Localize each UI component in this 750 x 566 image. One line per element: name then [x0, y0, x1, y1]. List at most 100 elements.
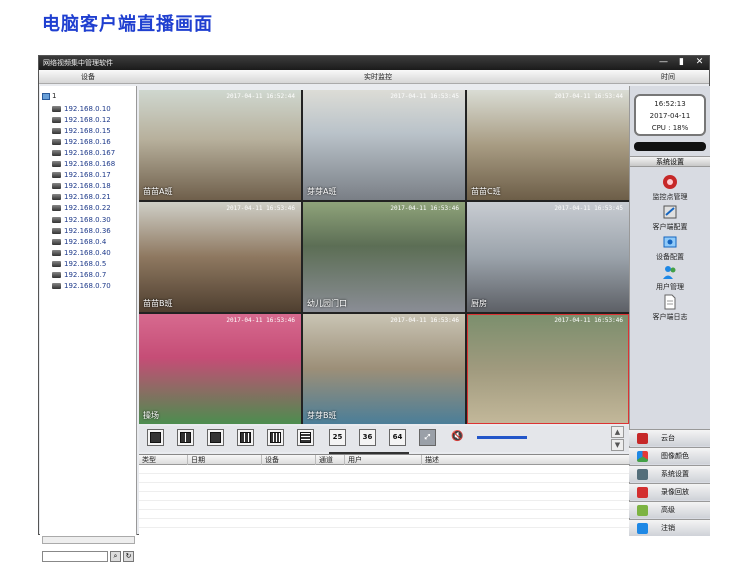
col-device[interactable]: 设备: [261, 455, 279, 465]
settings-item-label: 监控点管理: [652, 193, 688, 201]
user-management[interactable]: 用户管理: [630, 264, 710, 292]
device-ip-label: 192.168.0.70: [64, 282, 111, 291]
device-ip-label: 192.168.0.36: [64, 226, 111, 235]
search-button[interactable]: ⌕: [110, 551, 121, 562]
col-user[interactable]: 用户: [344, 455, 362, 465]
tree-device-item[interactable]: 192.168.0.15: [52, 125, 111, 136]
nav-logout[interactable]: 注销: [629, 519, 710, 536]
tree-device-item[interactable]: 192.168.0.18: [52, 181, 111, 192]
camera-view[interactable]: 2017-04-11 16:53:46 芽芽B班: [303, 314, 465, 424]
volume-slider[interactable]: [477, 436, 527, 439]
logout-icon: [637, 523, 648, 534]
camera-device-icon: [52, 138, 61, 145]
tree-device-item[interactable]: 192.168.0.7: [52, 270, 106, 281]
col-date[interactable]: 日期: [187, 455, 205, 465]
tree-device-item[interactable]: 192.168.0.21: [52, 192, 111, 203]
table-row[interactable]: [139, 501, 629, 510]
clock-date: 2017-04-11: [649, 112, 691, 120]
table-row[interactable]: [139, 519, 629, 528]
tree-device-item[interactable]: 192.168.0.4: [52, 236, 106, 247]
table-row[interactable]: [139, 510, 629, 519]
device-config[interactable]: 设备配置: [630, 234, 710, 262]
device-ip-label: 192.168.0.40: [64, 248, 111, 257]
layout-16-button[interactable]: [267, 429, 284, 446]
nav-system-settings[interactable]: 系统设置: [629, 465, 710, 482]
fullscreen-button[interactable]: ⤢: [419, 429, 436, 446]
nav-label: 图像颜色: [661, 452, 689, 460]
camera-timestamp: 2017-04-11 16:52:44: [226, 93, 295, 100]
maximize-button[interactable]: ▮: [677, 58, 686, 67]
client-log[interactable]: 客户端日志: [630, 294, 710, 322]
search-input[interactable]: [42, 551, 108, 562]
camera-device-icon: [52, 194, 61, 201]
tree-device-item[interactable]: 192.168.0.168: [52, 159, 115, 170]
camera-view[interactable]: 2017-04-11 16:53:46 幼儿园门口: [303, 202, 465, 312]
camera-view[interactable]: 2017-04-11 16:52:44 苗苗A班: [139, 90, 301, 200]
table-row[interactable]: [139, 492, 629, 501]
tree-device-item[interactable]: 192.168.0.70: [52, 281, 111, 292]
monitor-point-management[interactable]: 监控点管理: [630, 174, 710, 202]
table-row[interactable]: [139, 465, 629, 474]
device-ip-label: 192.168.0.21: [64, 193, 111, 202]
layout-9-button[interactable]: [237, 429, 254, 446]
layout-6-button[interactable]: [207, 429, 224, 446]
nav-ptz[interactable]: 云台: [629, 429, 710, 446]
col-channel[interactable]: 通道: [315, 455, 333, 465]
settings-item-label: 设备配置: [656, 253, 684, 261]
tree-device-item[interactable]: 192.168.0.40: [52, 247, 111, 258]
window-title: 网络视频集中管理软件: [43, 59, 113, 67]
layout-20-button[interactable]: [297, 429, 314, 446]
minimize-button[interactable]: —: [659, 58, 668, 67]
refresh-button[interactable]: ↻: [123, 551, 134, 562]
layout-64-button[interactable]: 64: [389, 429, 406, 446]
col-description[interactable]: 描述: [421, 455, 439, 465]
layout-36-button[interactable]: 36: [359, 429, 376, 446]
close-button[interactable]: ✕: [695, 58, 704, 67]
tree-device-item[interactable]: 192.168.0.16: [52, 136, 111, 147]
scroll-up-icon[interactable]: ▲: [611, 426, 624, 438]
camera-view[interactable]: 2017-04-11 16:53:46 苗苗B班: [139, 202, 301, 312]
table-row[interactable]: [139, 474, 629, 483]
layout-4-button[interactable]: [177, 429, 194, 446]
nav-advanced[interactable]: 高级: [629, 501, 710, 518]
mute-button[interactable]: 🔇: [449, 429, 466, 446]
camera-label: 操场: [143, 411, 159, 420]
tree-device-item[interactable]: 192.168.0.30: [52, 214, 111, 225]
camera-view[interactable]: 2017-04-11 16:53:44 苗苗C班: [467, 90, 629, 200]
users-icon: [663, 266, 676, 279]
camera-device-icon: [52, 216, 61, 223]
tree-root[interactable]: 1: [42, 92, 56, 100]
time-header: 时间: [661, 73, 675, 81]
table-row[interactable]: [139, 483, 629, 492]
tree-device-item[interactable]: 192.168.0.36: [52, 225, 111, 236]
tree-device-item[interactable]: 192.168.0.22: [52, 203, 111, 214]
scroll-down-icon[interactable]: ▼: [611, 439, 624, 451]
tree-device-item[interactable]: 192.168.0.10: [52, 103, 111, 114]
layout-1-button[interactable]: [147, 429, 164, 446]
camera-view[interactable]: 2017-04-11 16:53:45 芽芽A班: [303, 90, 465, 200]
camera-view[interactable]: 2017-04-11 16:53:45 厨房: [467, 202, 629, 312]
tree-device-item[interactable]: 192.168.0.167: [52, 147, 115, 158]
col-type[interactable]: 类型: [139, 455, 156, 465]
layout-25-button[interactable]: 25: [329, 429, 346, 446]
tree-device-item[interactable]: 192.168.0.12: [52, 114, 111, 125]
camera-label: 苗苗A班: [143, 187, 173, 196]
nine-view-icon: [240, 432, 251, 443]
film-icon: [637, 487, 648, 498]
nav-playback[interactable]: 录像回放: [629, 483, 710, 500]
tree-device-item[interactable]: 192.168.0.17: [52, 170, 111, 181]
camera-view[interactable]: 2017-04-11 16:53:46 操场: [139, 314, 301, 424]
nav-label: 录像回放: [661, 488, 689, 496]
horizontal-scrollbar[interactable]: [42, 536, 135, 544]
fullscreen-icon: ⤢: [424, 433, 431, 441]
nav-image-color[interactable]: 图像颜色: [629, 447, 710, 464]
toolbar-scroll[interactable]: ▲ ▼: [611, 426, 627, 452]
live-header: 实时监控: [364, 73, 392, 81]
settings-item-label: 用户管理: [656, 283, 684, 291]
chevron-down-icon: [637, 505, 648, 516]
tree-device-item[interactable]: 192.168.0.5: [52, 258, 106, 269]
client-config[interactable]: 客户端配置: [630, 204, 710, 232]
camera-timestamp: 2017-04-11 16:53:46: [554, 317, 623, 324]
camera-device-icon: [52, 249, 61, 256]
camera-view[interactable]: 2017-04-11 16:53:46: [467, 314, 629, 424]
